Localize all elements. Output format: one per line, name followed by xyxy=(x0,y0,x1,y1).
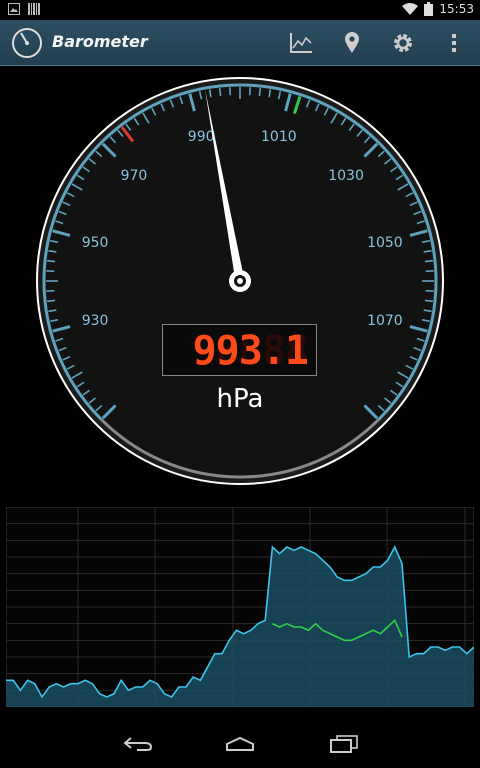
image-notification-icon xyxy=(8,3,20,15)
gauge-tick xyxy=(46,299,56,303)
pressure-history-chart xyxy=(6,507,474,707)
gear-icon[interactable] xyxy=(386,26,420,60)
wifi-icon xyxy=(402,3,419,15)
pressure-value: 993.1 xyxy=(192,328,309,374)
back-icon[interactable] xyxy=(108,728,168,760)
gauge-tick-label: 1030 xyxy=(328,168,364,184)
app-title: Barometer xyxy=(52,32,148,51)
recents-icon[interactable] xyxy=(314,728,374,760)
barometer-gauge: 930 950 970 990 1010 1030 1050 1070 xyxy=(36,77,444,485)
location-pin-icon[interactable] xyxy=(335,26,369,60)
clock-time: 15:53 xyxy=(439,2,474,16)
barcode-notification-icon xyxy=(28,3,40,15)
battery-icon xyxy=(424,2,434,16)
gauge-tick xyxy=(258,87,262,97)
gauge-tick xyxy=(424,259,434,263)
gauge-logo-icon[interactable] xyxy=(10,26,44,60)
gauge-tick-label: 970 xyxy=(121,168,148,184)
gauge-tick-label: 1050 xyxy=(367,235,403,251)
gauge-tick xyxy=(218,87,222,97)
pressure-unit: hPa xyxy=(216,384,264,414)
gauge-tick xyxy=(46,259,56,263)
navigation-bar xyxy=(0,720,480,768)
home-icon[interactable] xyxy=(210,728,270,760)
gauge-tick-label: 1010 xyxy=(261,129,297,145)
gauge-tick-label: 990 xyxy=(188,129,215,145)
status-bar: 15:53 xyxy=(0,0,480,20)
chart-icon[interactable] xyxy=(284,26,318,60)
overflow-menu-icon[interactable] xyxy=(437,26,471,60)
needle-hub-dot xyxy=(237,278,243,284)
gauge-tick xyxy=(424,299,434,303)
action-bar: Barometer xyxy=(0,20,480,66)
digital-readout: 8888 993.1 xyxy=(162,324,317,376)
gauge-tick-label: 950 xyxy=(82,235,109,251)
gauge-tick-label: 930 xyxy=(82,313,109,329)
gauge-tick-label: 1070 xyxy=(367,313,403,329)
